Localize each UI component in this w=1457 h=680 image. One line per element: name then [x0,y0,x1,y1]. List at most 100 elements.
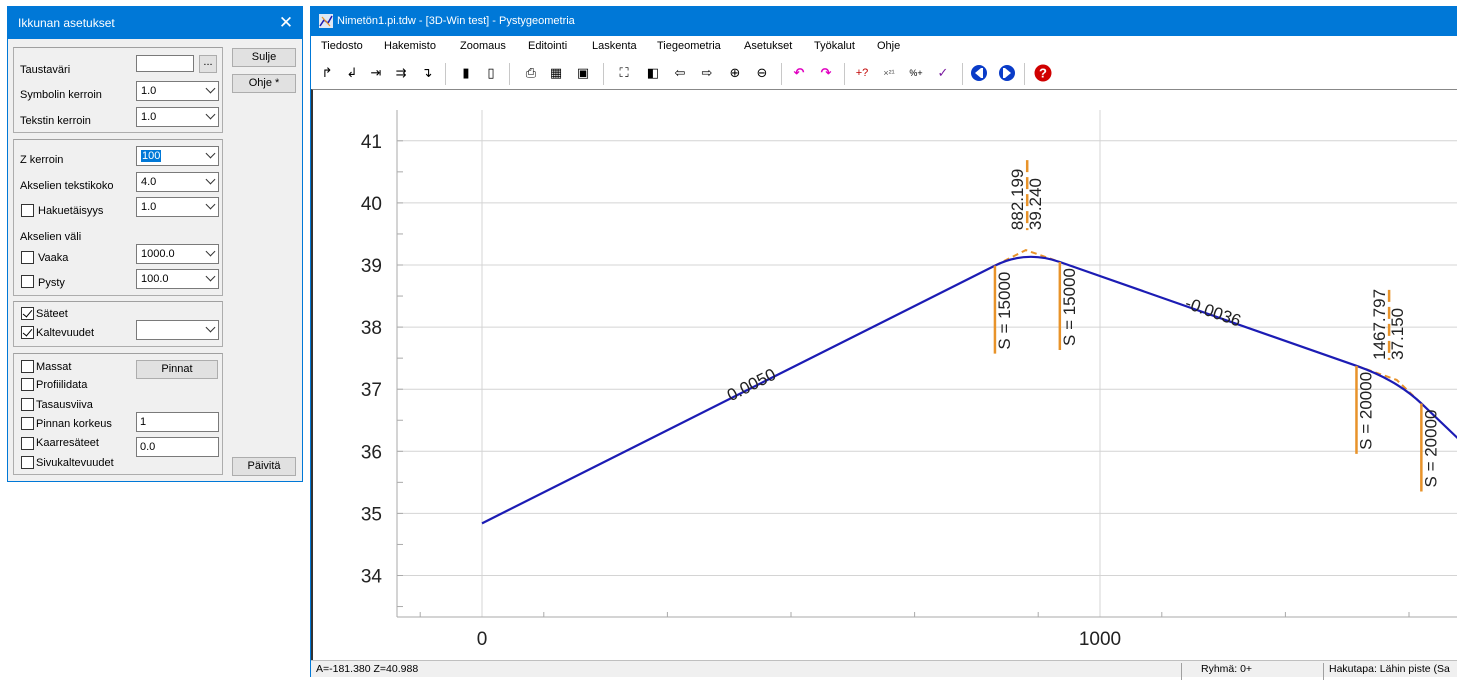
search-distance-label: Hakuetäisyys [38,205,104,217]
y-tick-label: 41 [361,132,382,153]
grade-label: -0.0036 [1183,293,1244,330]
masses-label: Massat [36,361,72,373]
vertical-spacing-select[interactable]: 100.0 [136,269,219,289]
new-point-icon[interactable]: ↱ [317,63,337,83]
menu-zoom[interactable]: Zoomaus [460,40,506,52]
vertical-geometry-chart[interactable]: 34 35 36 37 38 39 40 41 0 1000 882.199 39.240 S = 15… [313,90,1457,661]
coordinates-icon[interactable]: %+ [906,63,926,83]
chevron-down-icon [205,322,216,333]
radius-label: S = 15000 [995,272,1014,350]
background-color-swatch[interactable] [136,55,194,72]
search-distance-checkbox[interactable] [21,204,34,217]
radii-checkbox[interactable] [21,307,34,320]
data-group: Massat Pinnat Profiilidata Tasausviiva P… [13,353,223,475]
menu-tools[interactable]: Työkalut [814,40,855,52]
grade-label: 0.0050 [724,365,779,405]
settings-dialog: Ikkunan asetukset ✕ Sulje Ohje * Taustav… [7,6,303,482]
pan-left-icon[interactable]: ⇦ [670,63,690,83]
surface-height-input[interactable] [136,412,219,432]
window-title-bar[interactable]: Nimetön1.pi.tdw - [3D-Win test] - Pystyg… [311,6,1457,36]
arc-radii-field[interactable] [140,441,210,453]
y-tick-label: 39 [361,256,382,277]
zoom-window-icon[interactable]: ◧ [643,63,663,83]
surface-height-checkbox[interactable] [21,417,34,430]
move-point-icon[interactable]: ⇥ [366,63,386,83]
radii-label: Säteet [36,308,68,320]
pan-right-icon[interactable]: ⇨ [697,63,717,83]
copy-icon[interactable]: ▮ [456,63,476,83]
arc-radii-label: Kaarresäteet [36,437,99,449]
append-icon[interactable]: ↴ [417,63,437,83]
background-color-label: Taustaväri [20,64,71,76]
status-coordinates: A=-181.380 Z=40.988 [316,663,419,675]
vertical-checkbox[interactable] [21,275,34,288]
profile-plot[interactable]: 34 35 36 37 38 39 40 41 0 1000 882.199 39.240 S = 15… [311,89,1457,660]
axis-text-size-select[interactable]: 4.0 [136,172,219,192]
pvi-elevation-label: 39.240 [1026,178,1045,230]
previous-icon[interactable] [969,63,989,83]
status-snap-mode: Hakutapa: Lähin piste (Sa [1329,663,1450,675]
zoom-extents-icon[interactable]: ⛶ [614,63,634,83]
search-distance-select[interactable]: 1.0 [136,197,219,217]
z-factor-select[interactable]: 100 [136,146,219,166]
menu-directory[interactable]: Hakemisto [384,40,436,52]
display-group: Taustaväri ... Symbolin kerroin 1.0 Teks… [13,47,223,133]
check-icon[interactable]: ✓ [933,63,953,83]
axis-text-size-label: Akselien tekstikoko [20,180,114,192]
menu-edit[interactable]: Editointi [528,40,567,52]
chevron-down-icon [205,199,216,210]
status-group: Ryhmä: 0+ [1201,663,1253,675]
zoom-out-icon[interactable]: ⊖ [752,63,772,83]
arc-radii-input[interactable] [136,437,219,457]
update-button[interactable]: Päivitä [232,457,296,476]
print-preview-icon[interactable]: ▣ [573,63,593,83]
print-icon[interactable]: ⎙ [521,63,541,83]
insert-point-icon[interactable]: ↲ [342,63,362,83]
text-factor-select[interactable]: 1.0 [136,107,219,127]
close-button[interactable]: Sulje [232,48,296,67]
menu-road-geometry[interactable]: Tiegeometria [657,40,721,52]
paste-icon[interactable]: ▯ [481,63,501,83]
masses-checkbox[interactable] [21,360,34,373]
window-title: Nimetön1.pi.tdw - [3D-Win test] - Pystyg… [337,15,575,27]
scale-icon[interactable]: ▦ [546,63,566,83]
axes-group: Z kerroin 100 Akselien tekstikoko 4.0 Ha… [13,139,223,296]
profile-data-checkbox[interactable] [21,378,34,391]
menu-settings[interactable]: Asetukset [744,40,792,52]
levelling-line-checkbox[interactable] [21,398,34,411]
y-tick-label: 37 [361,380,382,401]
redo-icon[interactable]: ↷ [816,63,836,83]
split-icon[interactable]: ⇉ [391,63,411,83]
dialog-title: Ikkunan asetukset [18,16,115,30]
dialog-title-bar[interactable]: Ikkunan asetukset ✕ [8,7,302,39]
z-factor-label: Z kerroin [20,154,64,166]
grades-select[interactable] [136,320,219,340]
background-color-browse-button[interactable]: ... [199,55,217,73]
arc-radii-checkbox[interactable] [21,437,34,450]
next-icon[interactable] [997,63,1017,83]
horizontal-checkbox[interactable] [21,251,34,264]
close-icon[interactable]: ✕ [274,11,298,35]
menu-file[interactable]: Tiedosto [321,40,363,52]
grades-checkbox[interactable] [21,326,34,339]
y-tick-label: 38 [361,318,382,339]
alignment-line [481,255,1457,525]
help-button[interactable]: Ohje * [232,74,296,93]
chevron-down-icon [205,83,216,94]
horizontal-spacing-select[interactable]: 1000.0 [136,244,219,264]
undo-icon[interactable]: ↶ [789,63,809,83]
add-point-icon[interactable]: +? [852,63,872,83]
menu-calculation[interactable]: Laskenta [592,40,637,52]
zoom-in-icon[interactable]: ⊕ [725,63,745,83]
symbol-factor-select[interactable]: 1.0 [136,81,219,101]
renumber-icon[interactable]: ×²¹ [879,63,899,83]
menu-help[interactable]: Ohje [877,40,900,52]
surfaces-button[interactable]: Pinnat [136,360,218,379]
surface-height-field[interactable] [140,416,210,428]
chevron-down-icon [205,246,216,257]
chevron-down-icon [205,148,216,159]
help-icon[interactable]: ? [1033,63,1053,83]
chevron-down-icon [205,109,216,120]
side-grades-checkbox[interactable] [21,456,34,469]
levelling-line-label: Tasausviiva [36,399,93,411]
